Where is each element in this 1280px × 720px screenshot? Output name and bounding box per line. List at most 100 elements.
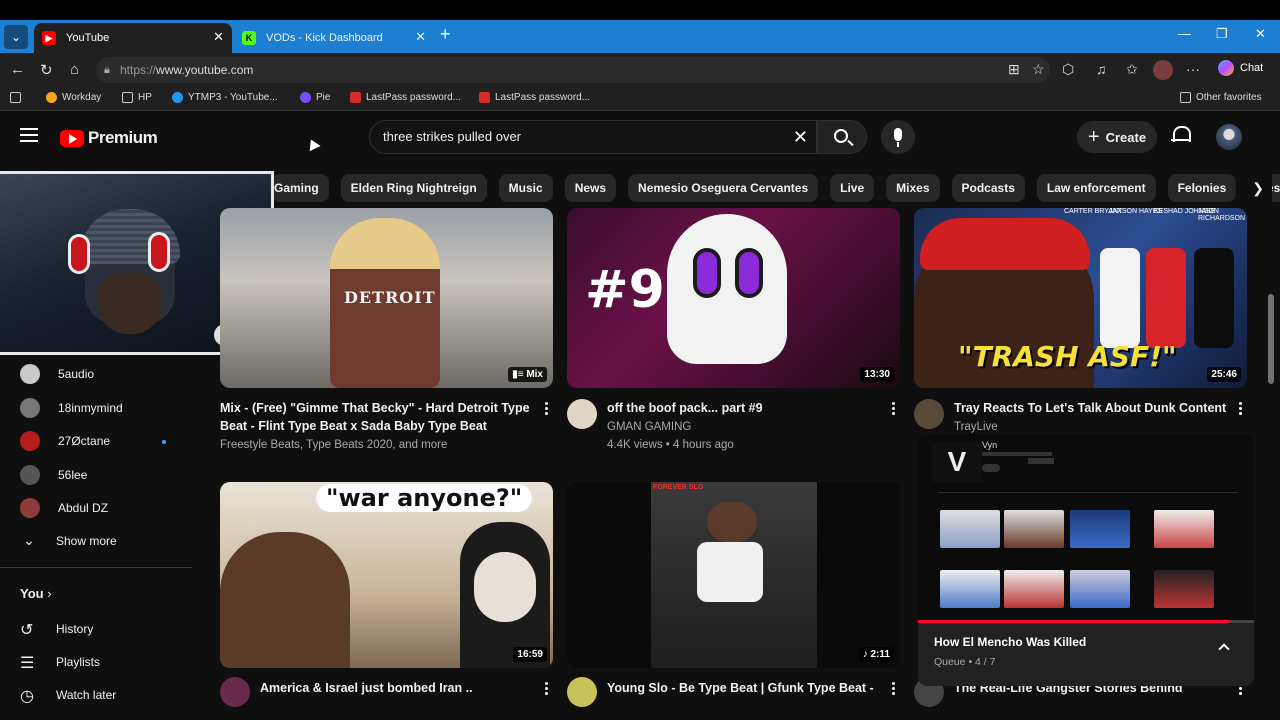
chip-next-arrow-icon[interactable]: ❯ — [1232, 174, 1272, 202]
more-options-icon[interactable]: ··· — [1186, 61, 1200, 77]
bookmark-hp-folder[interactable]: HP — [122, 92, 152, 103]
sidebar-sub-56lee[interactable]: 56lee — [20, 458, 87, 492]
bookmark-pie[interactable]: Pie — [300, 92, 330, 103]
chip-mixes[interactable]: Mixes — [886, 174, 940, 202]
expand-queue-chevron-up-icon[interactable] — [1218, 643, 1230, 655]
video-menu-kebab-icon[interactable] — [545, 682, 548, 695]
home-icon[interactable]: ⌂ — [70, 61, 79, 78]
video-menu-kebab-icon[interactable] — [545, 402, 548, 415]
close-tab-icon[interactable]: ✕ — [213, 29, 224, 45]
bookmark-lastpass-2[interactable]: LastPass password... — [479, 92, 590, 103]
video-menu-kebab-icon[interactable] — [1239, 402, 1242, 415]
minimize-icon[interactable]: — — [1178, 26, 1191, 41]
sidebar-history[interactable]: ↺ History — [20, 612, 93, 646]
other-favorites-folder[interactable]: Other favorites — [1180, 92, 1262, 103]
sidebar-watch-later[interactable]: ◷ Watch later — [20, 678, 116, 712]
favorites-icon[interactable]: ✩ — [1126, 61, 1138, 78]
video-channel[interactable]: GMAN GAMING — [607, 418, 691, 436]
video-thumbnail[interactable]: "war anyone?" 16:59 — [220, 482, 553, 668]
video-thumbnail[interactable]: CARTER BRYANT JAXSON HAYES KESHAD JOHNSO… — [914, 208, 1247, 388]
app-available-icon[interactable]: ⊞ — [1008, 61, 1020, 78]
extensions-icon[interactable]: ⬡ — [1062, 61, 1074, 78]
miniplayer[interactable]: V Vyn How El Mencho Was Killed Queue • 4… — [918, 434, 1254, 686]
search-input[interactable]: three strikes pulled over ✕ — [369, 120, 817, 154]
clear-search-icon[interactable]: ✕ — [793, 121, 808, 153]
filter-chip-bar: Gaming Elden Ring Nightreign Music News … — [272, 174, 1280, 202]
sidebar-sub-18inmymind[interactable]: 18inmymind — [20, 391, 123, 425]
miniplayer-title[interactable]: How El Mencho Was Killed — [934, 635, 1086, 649]
tab-actions-icon[interactable] — [10, 92, 21, 103]
close-tab-icon[interactable]: ✕ — [415, 29, 426, 45]
chip-elden-ring[interactable]: Elden Ring Nightreign — [340, 174, 487, 202]
search-button[interactable] — [817, 120, 867, 154]
account-avatar[interactable] — [1216, 124, 1242, 150]
media-icon[interactable]: ♫ — [1096, 61, 1107, 77]
channel-avatar[interactable] — [567, 399, 597, 429]
video-menu-kebab-icon[interactable] — [892, 682, 895, 695]
video-thumbnail[interactable]: DETROIT ▮≡ Mix — [220, 208, 553, 388]
video-title[interactable]: Tray Reacts To Let's Talk About Dunk Con… — [954, 399, 1234, 417]
bookmark-workday[interactable]: Workday — [46, 92, 101, 103]
copilot-chat-button[interactable]: Chat — [1218, 60, 1263, 76]
sidebar-you-heading[interactable]: You › — [20, 586, 52, 601]
tab-kick-dashboard[interactable]: K VODs - Kick Dashboard ✕ — [234, 23, 434, 53]
video-thumbnail[interactable]: FOREVER SLO ♪ 2:11 — [567, 482, 900, 668]
chip-live[interactable]: Live — [830, 174, 875, 202]
chip-law-enforcement[interactable]: Law enforcement — [1036, 174, 1156, 202]
chip-music[interactable]: Music — [498, 174, 553, 202]
channel-avatar[interactable] — [914, 399, 944, 429]
tab-actions-chevron-icon[interactable]: ⌄ — [4, 25, 28, 49]
video-stats: 4.4K views • 4 hours ago — [607, 439, 734, 451]
channel-avatar — [20, 398, 40, 418]
bookmark-ytmp3[interactable]: YTMP3 - YouTube... — [172, 92, 278, 103]
video-title[interactable]: off the boof pack... part #9 — [607, 399, 877, 417]
close-window-icon[interactable]: ✕ — [1255, 26, 1266, 42]
url-field[interactable]: 🔒︎ https://www.youtube.com — [96, 57, 1050, 83]
sidebar-sub-27octane[interactable]: 27Øctane — [20, 424, 110, 458]
profile-avatar[interactable] — [1153, 60, 1173, 80]
headphone-icon — [68, 234, 90, 274]
youtube-premium-logo[interactable]: Premium — [60, 128, 158, 148]
folder-icon — [122, 92, 133, 103]
chip-news[interactable]: News — [564, 174, 617, 202]
video-title[interactable]: Mix - (Free) "Gimme That Becky" - Hard D… — [220, 399, 535, 435]
favorite-star-icon[interactable]: ☆ — [1032, 61, 1045, 78]
url-host: www.youtube.com — [156, 63, 254, 77]
thumbnail-text: "TRASH ASF!" — [958, 340, 1177, 373]
kick-favicon-icon: K — [242, 31, 256, 45]
miniplayer-video[interactable]: V Vyn — [918, 434, 1254, 622]
workday-icon — [46, 92, 57, 103]
page-scrollbar[interactable] — [1268, 294, 1274, 384]
sidebar-show-more[interactable]: ⌄ Show more — [20, 524, 117, 558]
folder-icon — [1180, 92, 1191, 103]
site-info-lock-icon[interactable]: 🔒︎ — [104, 57, 110, 83]
video-thumbnail[interactable]: #9 13:30 — [567, 208, 900, 388]
video-channel[interactable]: Freestyle Beats, Type Beats 2020, and mo… — [220, 436, 447, 454]
chip-felonies[interactable]: Felonies — [1167, 174, 1237, 202]
sidebar-playlists[interactable]: ☰ Playlists — [20, 645, 100, 679]
back-arrow-icon[interactable]: ← — [10, 61, 25, 78]
notifications-bell-icon[interactable] — [1171, 126, 1191, 144]
new-tab-plus-icon[interactable]: + — [440, 24, 451, 45]
top-black-strip — [0, 0, 1280, 20]
video-title[interactable]: America & Israel just bombed Iran .. — [260, 679, 540, 697]
channel-avatar[interactable] — [220, 677, 250, 707]
guide-menu-icon[interactable] — [20, 128, 38, 142]
refresh-icon[interactable]: ↻ — [40, 61, 53, 79]
video-menu-kebab-icon[interactable] — [892, 402, 895, 415]
tab-title: VODs - Kick Dashboard — [266, 32, 383, 44]
voice-search-mic-icon[interactable] — [881, 120, 915, 154]
video-title[interactable]: Young Slo - Be Type Beat | Gfunk Type Be… — [607, 679, 887, 697]
live-indicator-dot — [162, 440, 166, 444]
tab-youtube[interactable]: ▶ YouTube ✕ — [34, 23, 232, 53]
restore-window-icon[interactable]: ❐ — [1216, 26, 1228, 42]
create-button[interactable]: + Create — [1077, 121, 1157, 153]
chip-nemesio[interactable]: Nemesio Oseguera Cervantes — [628, 174, 819, 202]
bookmark-lastpass-1[interactable]: LastPass password... — [350, 92, 461, 103]
chip-podcasts[interactable]: Podcasts — [951, 174, 1025, 202]
chip-gaming[interactable]: Gaming — [272, 174, 329, 202]
channel-avatar[interactable] — [567, 677, 597, 707]
sidebar-sub-abdul-dz[interactable]: Abdul DZ — [20, 491, 108, 525]
sidebar-divider — [0, 567, 192, 568]
sidebar-sub-5audio[interactable]: 5audio — [20, 357, 94, 391]
